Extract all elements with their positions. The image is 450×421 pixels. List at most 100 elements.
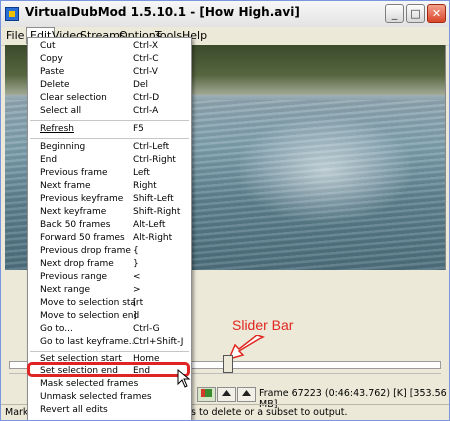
menu-item-label: Refresh <box>40 124 74 134</box>
app-window: VirtualDubMod 1.5.10.1 - [How High.avi] … <box>0 0 450 421</box>
menu-item-label: Copy <box>40 54 63 64</box>
menu-item-beginning[interactable]: Beginning Ctrl-Left <box>28 142 191 154</box>
menu-item-forward-50-frames[interactable]: Forward 50 frames Alt-Right <box>28 233 191 245</box>
menu-item-accel: > <box>133 285 141 295</box>
menu-item-select-all[interactable]: Select all Ctrl-A <box>28 106 191 118</box>
menu-item-delete[interactable]: Delete Del <box>28 80 191 92</box>
menu-item-accel: Shift-Left <box>133 194 174 204</box>
menu-item-accel: [ <box>133 298 137 308</box>
menu-item-label: Move to selection end <box>40 311 140 321</box>
window-title: VirtualDubMod 1.5.10.1 - [How High.avi] <box>25 5 300 19</box>
menu-item-label: Next range <box>40 285 90 295</box>
menu-item-move-to-selection-end[interactable]: Move to selection end] <box>28 311 191 323</box>
menu-item-accel: Alt-Left <box>133 220 166 230</box>
menu-item-previous-range[interactable]: Previous range < <box>28 272 191 284</box>
menu-item-next-keyframe[interactable]: Next keyframe Shift-Right <box>28 207 191 219</box>
menu-item-label: End <box>40 155 58 165</box>
close-button[interactable]: ✕ <box>427 4 446 23</box>
menu-item-accel: Ctrl-C <box>133 54 159 64</box>
menu-item-label: Select all <box>40 106 82 116</box>
menu-item-label: Next drop frame <box>40 259 114 269</box>
menu-item-unmask-selected-frames[interactable]: Unmask selected frames <box>28 392 191 404</box>
menu-item-label: Previous frame <box>40 168 108 178</box>
menu-item-accel: Left <box>133 168 150 178</box>
menu-item-accel: Ctrl-Right <box>133 155 176 165</box>
menu-item-clear-selection[interactable]: Clear selection Ctrl-D <box>28 93 191 105</box>
menu-item-accel: < <box>133 272 141 282</box>
menu-item-label: Mask selected frames <box>40 379 139 389</box>
menu-file[interactable]: File <box>6 29 24 42</box>
menu-item-next-range[interactable]: Next range > <box>28 285 191 297</box>
menu-item-go-to-last-keyframe[interactable]: Go to last keyframe... Ctrl+Shift-J <box>28 337 191 349</box>
menu-item-accel: F5 <box>133 124 144 134</box>
menu-item-mask-selected-frames[interactable]: Mask selected frames <box>28 379 191 391</box>
menu-item-accel: Ctrl+Shift-J <box>133 337 184 347</box>
menu-separator <box>30 351 189 352</box>
menu-item-previous-keyframe[interactable]: Previous keyframe Shift-Left <box>28 194 191 206</box>
menu-item-accel: Del <box>133 80 148 90</box>
menu-item-label: Beginning <box>40 142 86 152</box>
menu-item-accel: Ctrl-V <box>133 67 158 77</box>
status-right: s to delete or a subset to output. <box>191 407 348 418</box>
highlight-annotation-box <box>27 362 190 377</box>
annotation-arrow-icon <box>227 335 265 361</box>
menu-item-back-50-frames[interactable]: Back 50 frames Alt-Left <box>28 220 191 232</box>
menu-item-label: Forward 50 frames <box>40 233 125 243</box>
menu-item-label: Next frame <box>40 181 91 191</box>
menu-item-accel: Ctrl-G <box>133 324 160 334</box>
menu-item-copy[interactable]: Copy Ctrl-C <box>28 54 191 66</box>
menu-item-paste[interactable]: Paste Ctrl-V <box>28 67 191 79</box>
title-bar: VirtualDubMod 1.5.10.1 - [How High.avi] … <box>1 1 449 28</box>
menu-item-accel: Right <box>133 181 157 191</box>
menu-item-accel: Ctrl-X <box>133 41 158 51</box>
up-arrow-icon <box>242 390 251 396</box>
menu-item-label: Go to last keyframe... <box>40 337 138 347</box>
menu-item-label: Previous keyframe <box>40 194 124 204</box>
slider-bar-annotation: Slider Bar <box>232 317 294 333</box>
menu-item-accel: ] <box>133 311 137 321</box>
menu-item-accel: Ctrl-D <box>133 93 160 103</box>
menu-separator <box>30 120 189 121</box>
mouse-pointer-icon <box>177 369 191 388</box>
menu-separator <box>30 138 189 139</box>
mark-in-button[interactable] <box>197 387 216 402</box>
menu-item-label: Paste <box>40 67 65 77</box>
menu-item-revert-all-edits[interactable]: Revert all edits <box>28 405 191 417</box>
maximize-button[interactable]: □ <box>406 4 425 23</box>
menu-item-accel: Ctrl-A <box>133 106 159 116</box>
menu-item-move-to-selection-start[interactable]: Move to selection start[ <box>28 298 191 310</box>
menu-item-label: Go to... <box>40 324 73 334</box>
menu-item-label: Delete <box>40 80 70 90</box>
up-arrow-icon <box>222 390 231 396</box>
menu-item-label: Clear selection <box>40 93 107 103</box>
menu-item-label: Previous drop frame <box>40 246 131 256</box>
menu-item-label: Back 50 frames <box>40 220 111 230</box>
app-icon <box>5 7 19 21</box>
menu-item-previous-frame[interactable]: Previous frame Left <box>28 168 191 180</box>
slider-thumb[interactable] <box>223 355 233 373</box>
menu-item-accel: Alt-Right <box>133 233 173 243</box>
menu-item-accel: } <box>133 259 139 269</box>
menu-item-accel: Shift-Right <box>133 207 181 217</box>
keyframe-prev-button[interactable] <box>217 387 236 402</box>
menu-item-label: Move to selection start <box>40 298 144 308</box>
status-left: Mark <box>5 407 29 418</box>
mark-icon <box>201 389 212 397</box>
video-reflection <box>235 115 415 225</box>
menu-item-next-drop-frame[interactable]: Next drop frame} <box>28 259 191 271</box>
menu-item-accel: { <box>133 246 139 256</box>
menu-item-next-frame[interactable]: Next frame Right <box>28 181 191 193</box>
menu-item-label: Next keyframe <box>40 207 107 217</box>
menu-item-label: Previous range <box>40 272 108 282</box>
menu-item-cut[interactable]: Cut Ctrl-X <box>28 41 191 53</box>
menu-item-label: Cut <box>40 41 56 51</box>
menu-item-label: Revert all edits <box>40 405 108 415</box>
menu-item-go-to[interactable]: Go to... Ctrl-G <box>28 324 191 336</box>
menu-item-accel: Ctrl-Left <box>133 142 170 152</box>
menu-item-label: Unmask selected frames <box>40 392 152 402</box>
menu-item-previous-drop-frame[interactable]: Previous drop frame{ <box>28 246 191 258</box>
keyframe-next-button[interactable] <box>237 387 256 402</box>
minimize-button[interactable]: _ <box>385 4 404 23</box>
menu-item-refresh[interactable]: Refresh F5 <box>28 124 191 136</box>
menu-item-end[interactable]: End Ctrl-Right <box>28 155 191 167</box>
